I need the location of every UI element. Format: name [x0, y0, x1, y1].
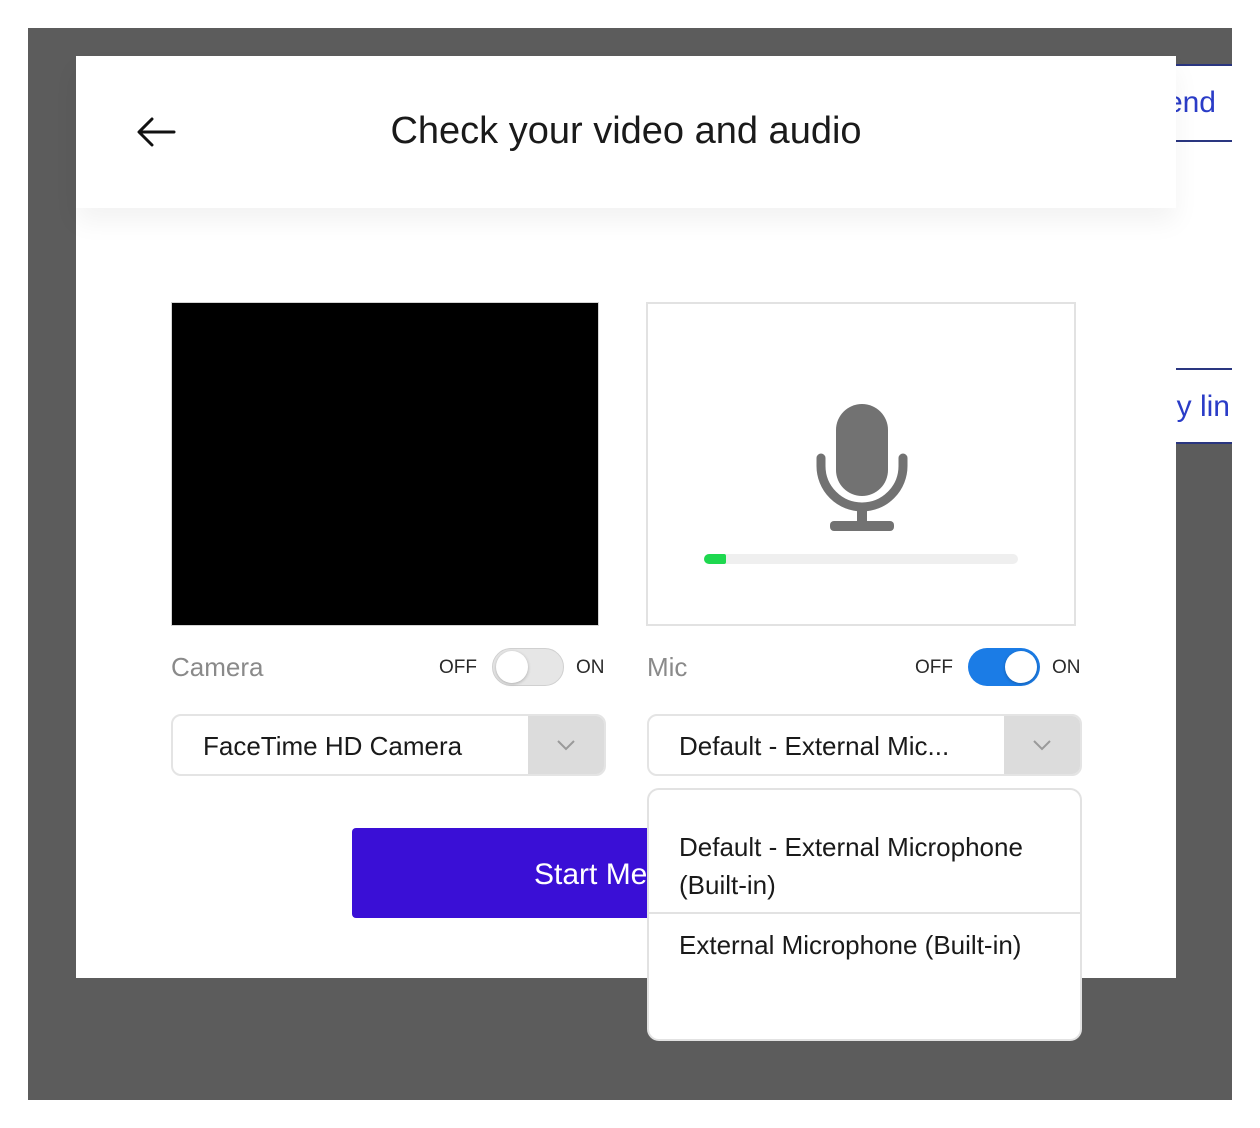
camera-preview — [171, 302, 599, 626]
camera-toggle-off-label: OFF — [439, 657, 477, 678]
microphone-icon — [816, 404, 908, 531]
background-panel — [1176, 142, 1232, 368]
camera-select-value: FaceTime HD Camera — [203, 731, 463, 761]
chevron-down-icon — [1033, 740, 1051, 751]
camera-select[interactable]: FaceTime HD Camera — [171, 714, 606, 776]
camera-toggle[interactable] — [492, 648, 564, 686]
mic-toggle[interactable] — [968, 648, 1040, 686]
mic-toggle-on-label: ON — [1052, 657, 1081, 678]
mic-option[interactable]: Default - External Microphone (Built-in) — [649, 828, 1080, 914]
mic-level-fill — [704, 554, 726, 564]
toggle-knob — [496, 651, 528, 683]
mic-option[interactable]: External Microphone (Built-in) — [649, 926, 1080, 964]
mic-label: Mic — [647, 652, 688, 682]
camera-toggle-on-label: ON — [576, 657, 605, 678]
mic-preview — [646, 302, 1076, 626]
mic-select[interactable]: Default - External Mic... — [647, 714, 1082, 776]
mic-level-meter — [704, 554, 1018, 564]
start-button-label: Start Me — [534, 858, 648, 891]
mic-select-value: Default - External Mic... — [679, 731, 950, 761]
background-link-partial: end — [1176, 64, 1232, 142]
modal-header: Check your video and audio — [76, 56, 1176, 208]
camera-select-caret[interactable] — [528, 716, 604, 774]
toggle-knob — [1005, 651, 1037, 683]
background-link-partial-2: y lin — [1176, 368, 1232, 444]
camera-label: Camera — [171, 652, 264, 682]
modal-title: Check your video and audio — [390, 110, 862, 152]
mic-dropdown-menu: Default - External Microphone (Built-in)… — [647, 788, 1082, 1041]
mic-select-caret[interactable] — [1004, 716, 1080, 774]
mic-toggle-off-label: OFF — [915, 657, 953, 678]
chevron-down-icon — [557, 740, 575, 751]
